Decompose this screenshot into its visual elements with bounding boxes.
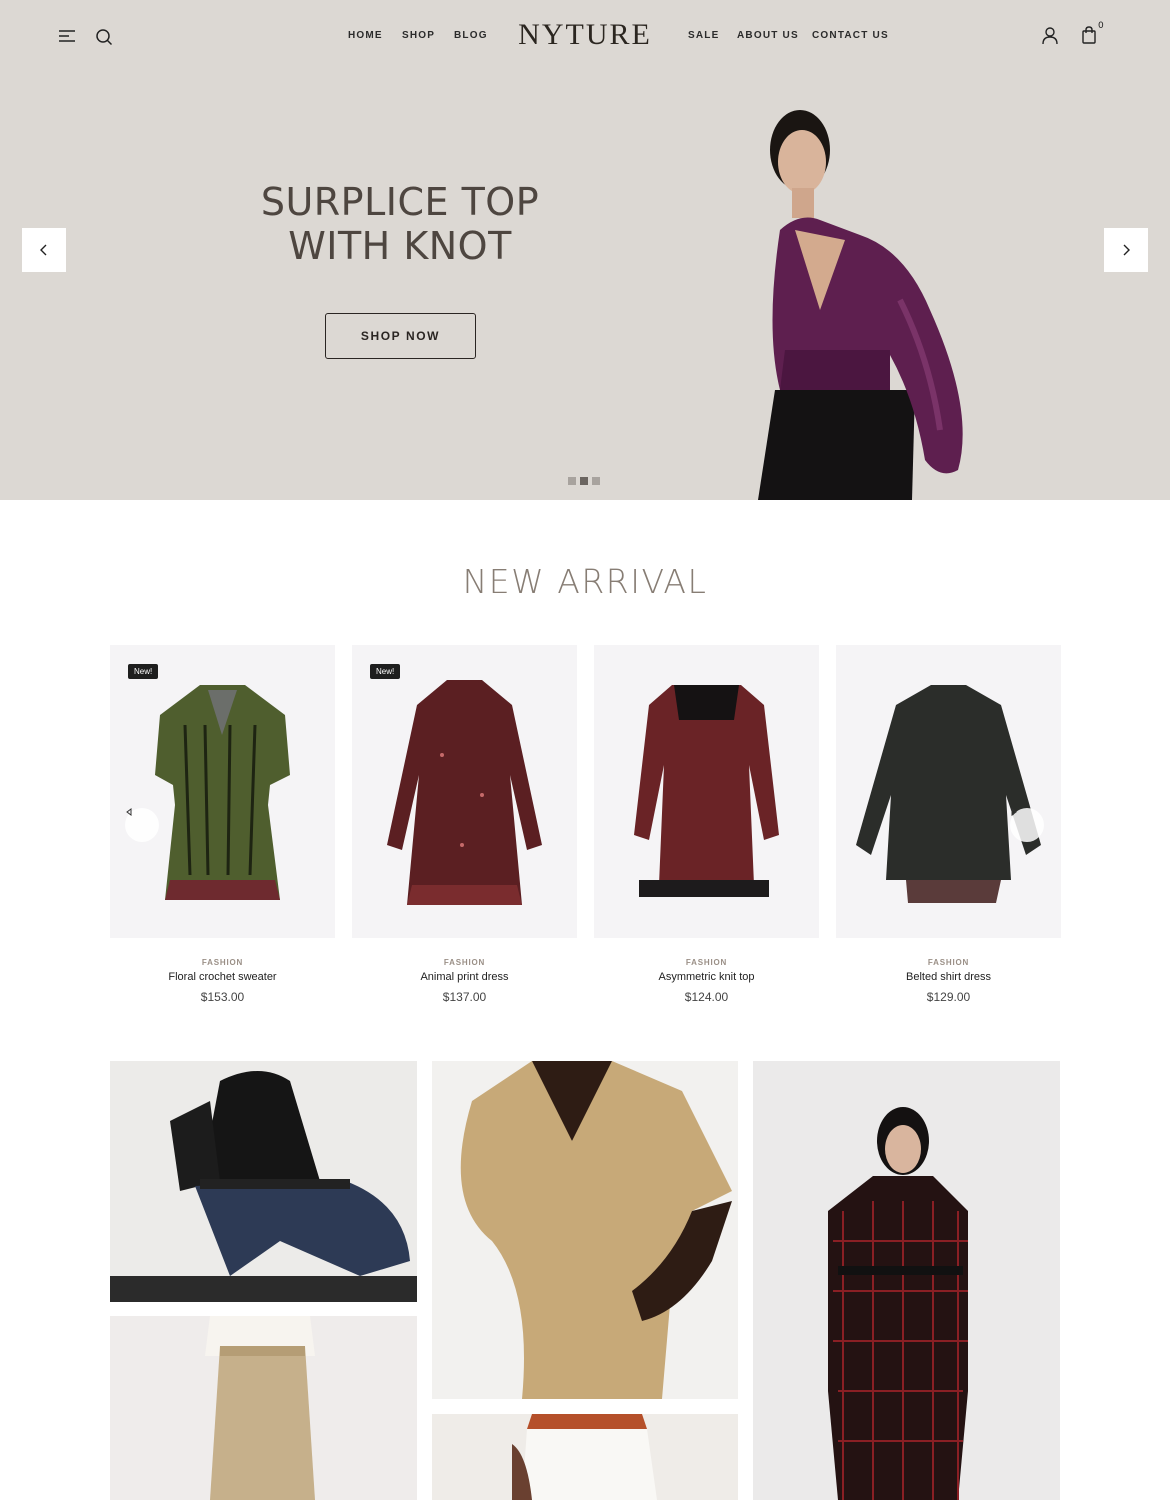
product-category: FASHION (443, 958, 486, 967)
site-header: HOME SHOP BLOG NYTURE SALE ABOUT US CONT… (0, 0, 1170, 72)
chevron-right-icon (1123, 244, 1130, 256)
shop-now-button[interactable]: SHOP NOW (325, 313, 476, 359)
product-image[interactable] (836, 645, 1061, 938)
hero-next-button[interactable] (1104, 228, 1148, 272)
slider-dots (568, 477, 600, 485)
gallery-tile-beige-trousers[interactable] (110, 1316, 417, 1500)
product-card[interactable]: FASHION Belted shirt dress $129.00 (836, 645, 1061, 1004)
site-logo[interactable]: NYTURE (0, 18, 1170, 52)
user-icon[interactable] (1040, 25, 1060, 47)
product-image[interactable]: New! (110, 645, 335, 938)
product-card[interactable]: New! FASHION Floral crochet sweater $153… (110, 645, 335, 1004)
hero-title-line-2: WITH KNOT (288, 224, 512, 268)
hero-title: SURPLICE TOP WITH KNOT (230, 180, 570, 268)
product-card[interactable]: FASHION Asymmetric knit top $124.00 (594, 645, 819, 1004)
product-name[interactable]: Floral crochet sweater (110, 971, 335, 983)
cart-count-badge: 0 (1098, 21, 1104, 31)
slider-dot-2[interactable] (580, 477, 588, 485)
gallery-tile-black-shirt[interactable] (110, 1061, 417, 1302)
slider-dot-1[interactable] (568, 477, 576, 485)
new-badge: New! (370, 664, 401, 679)
nav-sale[interactable]: SALE (688, 30, 719, 41)
product-price: $124.00 (684, 990, 729, 1004)
product-category: FASHION (927, 958, 970, 967)
product-price: $129.00 (926, 990, 971, 1004)
triangle-right-icon (1011, 808, 1017, 816)
product-price: $137.00 (442, 990, 487, 1004)
hero-model-image (758, 110, 963, 500)
nav-about-us[interactable]: ABOUT US (737, 30, 799, 41)
carousel-prev-button[interactable] (125, 808, 159, 842)
gallery-tile-sequin-dress[interactable] (432, 1061, 738, 1399)
product-name[interactable]: Belted shirt dress (836, 971, 1061, 983)
chevron-left-icon (40, 244, 47, 256)
triangle-left-icon (126, 808, 132, 816)
carousel-next-button[interactable] (1010, 808, 1044, 842)
hero-banner: HOME SHOP BLOG NYTURE SALE ABOUT US CONT… (0, 0, 1170, 500)
hero-title-line-1: SURPLICE TOP (260, 180, 540, 224)
product-category: FASHION (685, 958, 728, 967)
product-image[interactable]: New! (352, 645, 577, 938)
product-category: FASHION (201, 958, 244, 967)
nav-contact-us[interactable]: CONTACT US (812, 30, 889, 41)
slider-dot-3[interactable] (592, 477, 600, 485)
product-image[interactable] (594, 645, 819, 938)
gallery-tile-plaid-coat[interactable] (753, 1061, 1060, 1500)
new-arrival-title: NEW ARRIVAL (462, 562, 708, 601)
product-price: $153.00 (200, 990, 245, 1004)
hero-prev-button[interactable] (22, 228, 66, 272)
product-card[interactable]: New! FASHION Animal print dress $137.00 (352, 645, 577, 1004)
cart-icon[interactable] (1079, 24, 1099, 46)
new-badge: New! (128, 664, 159, 679)
product-name[interactable]: Animal print dress (352, 971, 577, 983)
gallery-tile-white-jeans[interactable] (432, 1414, 738, 1500)
product-name[interactable]: Asymmetric knit top (594, 971, 819, 983)
